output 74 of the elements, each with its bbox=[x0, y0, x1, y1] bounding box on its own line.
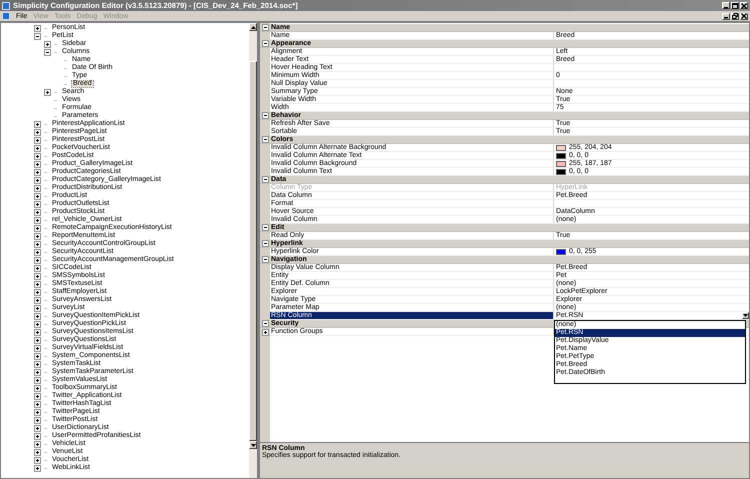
maximize-icon bbox=[732, 2, 738, 8]
expand-icon[interactable] bbox=[34, 360, 41, 368]
expand-icon[interactable] bbox=[34, 272, 41, 280]
expand-icon[interactable] bbox=[34, 376, 41, 384]
expand-icon[interactable] bbox=[34, 336, 41, 344]
expand-icon[interactable] bbox=[34, 200, 41, 208]
scroll-up-icon[interactable] bbox=[250, 26, 256, 28]
expand-icon[interactable] bbox=[34, 24, 41, 32]
expand-icon[interactable] bbox=[34, 384, 41, 392]
expand-icon[interactable] bbox=[34, 456, 41, 464]
collapse-icon[interactable] bbox=[262, 240, 268, 247]
expand-icon[interactable] bbox=[34, 144, 41, 152]
expand-icon[interactable] bbox=[34, 392, 41, 400]
expand-icon[interactable] bbox=[34, 320, 41, 328]
close-icon bbox=[741, 2, 747, 8]
expand-icon[interactable] bbox=[34, 256, 41, 264]
expand-icon[interactable] bbox=[34, 152, 41, 160]
collapse-icon[interactable] bbox=[262, 112, 268, 119]
expand-icon[interactable] bbox=[34, 264, 41, 272]
expand-icon[interactable] bbox=[34, 208, 41, 216]
expand-icon[interactable] bbox=[34, 296, 41, 304]
expand-icon[interactable] bbox=[34, 448, 41, 456]
expand-icon[interactable] bbox=[34, 424, 41, 432]
collapse-icon[interactable] bbox=[34, 32, 41, 40]
expand-icon[interactable] bbox=[34, 176, 41, 184]
expand-icon[interactable] bbox=[34, 128, 41, 136]
collapse-icon[interactable] bbox=[262, 320, 268, 327]
expand-icon[interactable] bbox=[34, 312, 41, 320]
expand-icon[interactable] bbox=[34, 120, 41, 128]
expand-icon[interactable] bbox=[262, 328, 268, 336]
restore-icon bbox=[732, 13, 738, 19]
expand-icon[interactable] bbox=[34, 464, 41, 472]
expand-icon[interactable] bbox=[44, 40, 51, 48]
collapse-icon[interactable] bbox=[262, 136, 268, 143]
caret-icon bbox=[743, 314, 748, 317]
expand-icon[interactable] bbox=[34, 408, 41, 416]
minimize-button[interactable] bbox=[722, 2, 730, 9]
dropdown-button[interactable] bbox=[742, 312, 749, 319]
expand-icon[interactable] bbox=[34, 328, 41, 336]
expand-icon[interactable] bbox=[34, 192, 41, 200]
restore-button[interactable] bbox=[731, 12, 739, 20]
collapse-icon[interactable] bbox=[262, 224, 268, 231]
expand-icon[interactable] bbox=[34, 216, 41, 224]
expand-icon[interactable] bbox=[34, 440, 41, 448]
close-button[interactable] bbox=[740, 2, 748, 9]
collapse-icon[interactable] bbox=[262, 24, 268, 31]
expand-icon[interactable] bbox=[34, 248, 41, 256]
expand-icon[interactable] bbox=[34, 168, 41, 176]
expand-icon[interactable] bbox=[34, 240, 41, 248]
expand-icon[interactable] bbox=[34, 224, 41, 232]
collapse-icon[interactable] bbox=[262, 176, 268, 183]
minimize-button[interactable] bbox=[722, 12, 730, 20]
expand-icon[interactable] bbox=[34, 288, 41, 296]
scrollbar[interactable] bbox=[249, 23, 257, 478]
expand-icon[interactable] bbox=[34, 400, 41, 408]
expand-icon[interactable] bbox=[34, 416, 41, 424]
maximize-button[interactable] bbox=[731, 2, 739, 9]
expand-icon[interactable] bbox=[34, 304, 41, 312]
scroll-down-icon[interactable] bbox=[250, 444, 256, 446]
collapse-icon[interactable] bbox=[262, 40, 268, 47]
close-icon bbox=[741, 13, 747, 19]
collapse-icon[interactable] bbox=[44, 48, 51, 56]
expand-icon[interactable] bbox=[34, 352, 41, 360]
expand-icon[interactable] bbox=[34, 160, 41, 168]
expand-icon[interactable] bbox=[34, 368, 41, 376]
expand-icon[interactable] bbox=[34, 432, 41, 440]
close-button[interactable] bbox=[740, 12, 748, 20]
expand-icon[interactable] bbox=[34, 280, 41, 288]
expand-icon[interactable] bbox=[34, 136, 41, 144]
expand-icon[interactable] bbox=[44, 88, 51, 96]
expand-icon[interactable] bbox=[34, 184, 41, 192]
collapse-icon[interactable] bbox=[262, 256, 268, 263]
expand-icon[interactable] bbox=[34, 344, 41, 352]
expand-icon[interactable] bbox=[34, 232, 41, 240]
